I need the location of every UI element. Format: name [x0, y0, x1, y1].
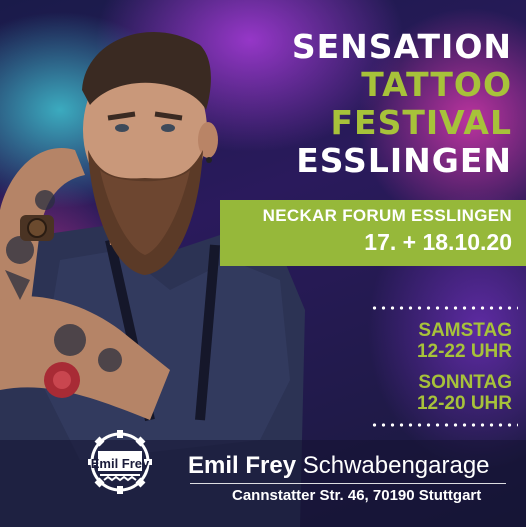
venue-name: NECKAR FORUM ESSLINGEN [262, 206, 512, 225]
festival-poster: SENSATION TATTOO FESTIVAL ESSLINGEN NECK… [0, 0, 526, 527]
title-line-tattoo: TATTOO [361, 65, 512, 104]
sponsor-name: Emil Frey Schwabengarage [188, 452, 490, 480]
dotted-divider-top [370, 306, 518, 310]
sponsor-name-regular: Schwabengarage [302, 452, 490, 479]
logo-text: Emil Frey [90, 456, 150, 471]
dotted-divider-bottom [370, 423, 518, 427]
sponsor-address: Cannstatter Str. 46, 70190 Stuttgart [232, 487, 482, 504]
event-dates: 17. + 18.10.20 [364, 229, 512, 255]
title-line-sensation: SENSATION [291, 27, 512, 66]
schedule-sunday: SONNTAG 12-20 UHR [417, 372, 512, 414]
schedule-saturday: SAMSTAG 12-22 UHR [417, 320, 512, 362]
title-line-festival: FESTIVAL [330, 103, 512, 142]
schedule-hours: 12-20 UHR [416, 393, 512, 414]
schedule-hours: 12-22 UHR [416, 341, 512, 362]
title-line-esslingen: ESSLINGEN [296, 141, 512, 180]
sponsor-divider [190, 483, 506, 484]
venue-banner: NECKAR FORUM ESSLINGEN 17. + 18.10.20 [220, 200, 526, 266]
schedule-day: SONNTAG [418, 372, 512, 393]
festival-title: SENSATION TATTOO FESTIVAL ESSLINGEN [282, 28, 512, 180]
sponsor-name-bold: Emil Frey [188, 452, 297, 479]
schedule-day: SAMSTAG [418, 320, 512, 341]
